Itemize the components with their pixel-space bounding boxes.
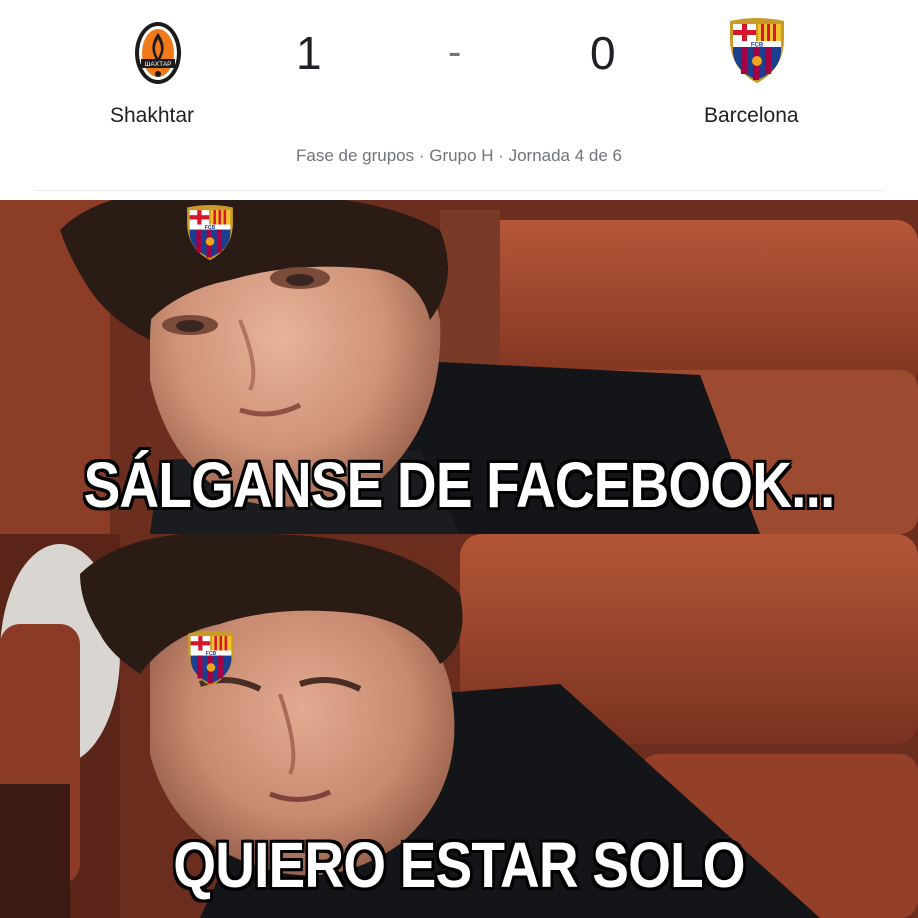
match-stage-info: Fase de grupos · Grupo H · Jornada 4 de …	[295, 146, 622, 165]
barcelona-crest-icon: FCB	[724, 17, 790, 85]
home-score: 1	[296, 27, 322, 79]
card-divider	[34, 190, 884, 191]
bottom-caption: QUIERO ESTAR SOLO	[173, 829, 745, 901]
meme-panel-bottom: FCB QUIERO ESTAR SOLO	[0, 534, 918, 918]
away-score: 0	[590, 27, 616, 79]
barcelona-badge-icon: FCB	[182, 204, 238, 262]
shakhtar-crest-icon: ШАХТАР	[133, 19, 183, 87]
match-score-card: ШАХТАР Shakhtar 1 - 0 FCB Barcelona Fase…	[0, 0, 918, 200]
meme-page: ШАХТАР Shakhtar 1 - 0 FCB Barcelona Fase…	[0, 0, 918, 918]
home-team-name[interactable]: Shakhtar	[110, 104, 194, 128]
meme-panel-top: FCB SÁLGANSE DE FACEBOOK...	[0, 200, 918, 534]
away-team-name[interactable]: Barcelona	[704, 104, 799, 128]
top-caption: SÁLGANSE DE FACEBOOK...	[83, 449, 836, 521]
score-separator: -	[448, 30, 462, 74]
svg-text:ШАХТАР: ШАХТАР	[144, 61, 171, 68]
barcelona-badge-icon: FCB	[183, 630, 239, 688]
